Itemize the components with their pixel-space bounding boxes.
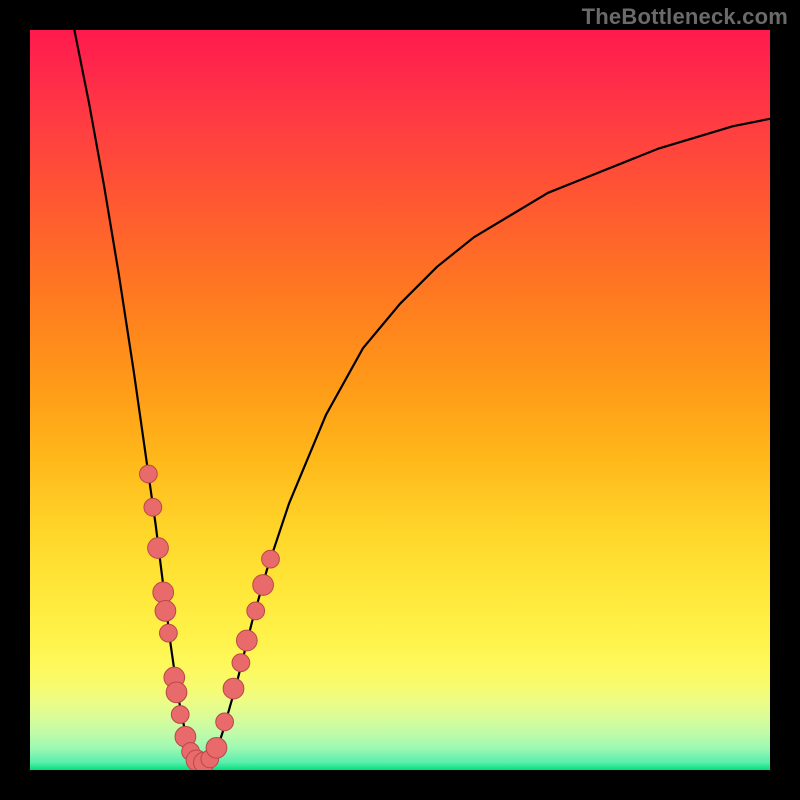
marker-dot [171, 706, 189, 724]
marker-dot [232, 654, 250, 672]
marker-dots [140, 465, 280, 770]
plot-area [30, 30, 770, 770]
marker-dot [155, 601, 176, 622]
bottleneck-curve [74, 30, 770, 763]
marker-dot [216, 713, 234, 731]
marker-dot [236, 630, 257, 651]
marker-dot [140, 465, 158, 483]
marker-dot [247, 602, 265, 620]
marker-dot [206, 737, 227, 758]
chart-frame: TheBottleneck.com [0, 0, 800, 800]
marker-dot [166, 682, 187, 703]
marker-dot [153, 582, 174, 603]
chart-svg [30, 30, 770, 770]
marker-dot [148, 538, 169, 559]
watermark-text: TheBottleneck.com [582, 4, 788, 30]
curve-path [74, 30, 770, 763]
marker-dot [160, 624, 178, 642]
marker-dot [223, 678, 244, 699]
marker-dot [262, 550, 280, 568]
marker-dot [253, 575, 274, 596]
marker-dot [144, 498, 162, 516]
